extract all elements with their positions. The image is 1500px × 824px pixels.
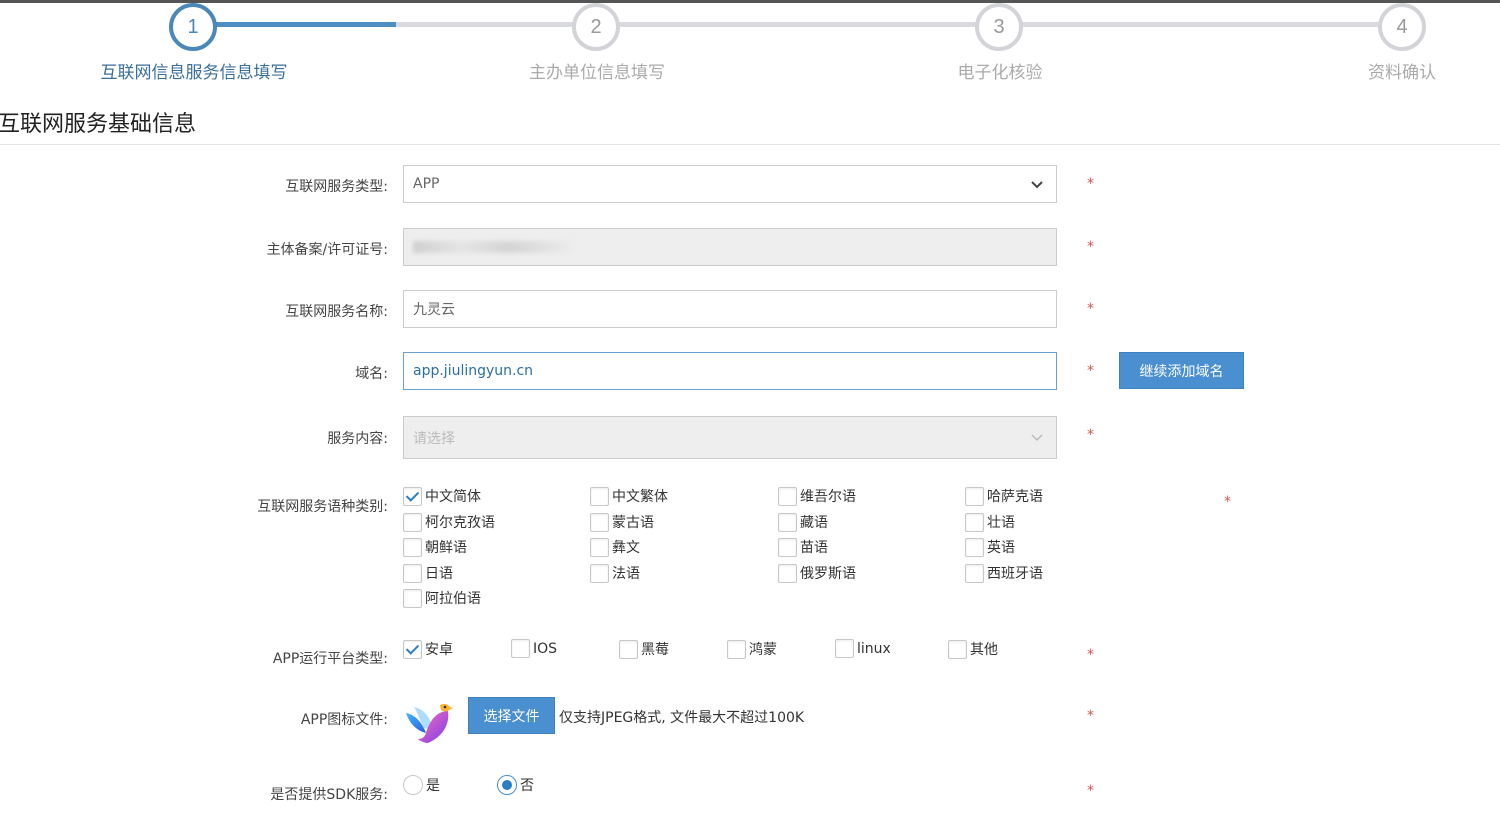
language-option[interactable]: 法语 <box>590 563 640 583</box>
required-mark: * <box>1087 647 1094 663</box>
platform-option[interactable]: IOS <box>511 639 557 658</box>
service-type-select[interactable]: APP <box>403 165 1057 203</box>
service-content-placeholder: 请选择 <box>413 430 455 447</box>
language-option[interactable]: 柯尔克孜语 <box>403 512 495 532</box>
language-option[interactable]: 西班牙语 <box>965 563 1043 583</box>
checkbox[interactable] <box>965 563 984 583</box>
checkbox[interactable] <box>403 563 422 583</box>
checkbox[interactable] <box>778 563 797 583</box>
checkbox[interactable] <box>965 486 984 506</box>
checkbox[interactable] <box>778 537 797 557</box>
step-1-label: 互联网信息服务信息填写 <box>100 63 288 83</box>
license-no-label: 主体备案/许可证号: <box>266 242 388 258</box>
section-divider <box>0 144 1500 145</box>
language-option[interactable]: 苗语 <box>778 537 828 557</box>
required-mark: * <box>1087 427 1094 443</box>
checkbox[interactable] <box>727 639 746 659</box>
checkbox[interactable] <box>403 639 422 659</box>
checkbox[interactable] <box>619 639 638 659</box>
domain-value: app.jiulingyun.cn <box>413 363 534 379</box>
redacted-value <box>413 241 573 253</box>
language-option[interactable]: 维吾尔语 <box>778 486 856 506</box>
checkbox[interactable] <box>511 639 530 658</box>
app-icon-label: APP图标文件: <box>300 712 388 728</box>
required-mark: * <box>1087 176 1094 192</box>
service-name-value: 九灵云 <box>413 302 455 318</box>
choose-file-button[interactable]: 选择文件 <box>468 697 555 734</box>
checkbox[interactable] <box>590 537 609 557</box>
stepper-track-1 <box>396 22 576 27</box>
required-mark: * <box>1087 239 1094 255</box>
service-type-value: APP <box>413 176 440 192</box>
language-option[interactable]: 朝鲜语 <box>403 537 467 557</box>
language-option[interactable]: 英语 <box>965 537 1015 557</box>
platform-option[interactable]: 鸿蒙 <box>727 639 777 659</box>
file-hint: 仅支持JPEG格式, 文件最大不超过100K <box>559 710 805 726</box>
step-3-label: 电子化核验 <box>957 63 1043 83</box>
step-4-circle: 4 <box>1378 3 1426 51</box>
license-no-field <box>403 228 1057 266</box>
language-option[interactable]: 俄罗斯语 <box>778 563 856 583</box>
service-content-select[interactable]: 请选择 <box>403 416 1057 459</box>
language-option[interactable]: 中文繁体 <box>590 486 668 506</box>
sdk-option-yes[interactable]: 是 <box>403 775 440 795</box>
checkbox[interactable] <box>835 639 854 658</box>
platform-option[interactable]: 其他 <box>948 639 998 659</box>
step-2-circle: 2 <box>572 3 620 51</box>
checkbox[interactable] <box>403 512 422 532</box>
languages-label: 互联网服务语种类别: <box>257 499 388 515</box>
required-mark: * <box>1087 301 1094 317</box>
stepper-track-done <box>216 22 396 27</box>
language-option[interactable]: 蒙古语 <box>590 512 654 532</box>
platform-option[interactable]: 安卓 <box>403 639 453 659</box>
required-mark: * <box>1087 363 1094 379</box>
top-border <box>0 0 1500 3</box>
sdk-option-no[interactable]: 否 <box>497 775 534 795</box>
add-domain-button[interactable]: 继续添加域名 <box>1119 352 1244 389</box>
language-option[interactable]: 彝文 <box>590 537 640 557</box>
checkbox[interactable] <box>965 537 984 557</box>
checkbox[interactable] <box>403 537 422 557</box>
checkbox[interactable] <box>948 639 967 659</box>
radio[interactable] <box>403 775 423 795</box>
language-option[interactable]: 藏语 <box>778 512 828 532</box>
service-type-label: 互联网服务类型: <box>285 179 388 195</box>
platform-option[interactable]: 黑莓 <box>619 639 669 659</box>
step-4-label: 资料确认 <box>1368 63 1436 83</box>
checkbox[interactable] <box>590 563 609 583</box>
checkbox[interactable] <box>965 512 984 532</box>
service-name-label: 互联网服务名称: <box>285 304 388 320</box>
stepper-track-3 <box>1022 22 1379 27</box>
domain-input[interactable]: app.jiulingyun.cn <box>403 352 1057 390</box>
step-1-circle: 1 <box>169 3 217 51</box>
chevron-down-icon <box>1031 434 1043 442</box>
checkbox[interactable] <box>403 486 422 506</box>
platforms-label: APP运行平台类型: <box>272 651 388 667</box>
service-content-label: 服务内容: <box>327 431 388 447</box>
checkbox[interactable] <box>778 486 797 506</box>
service-name-input[interactable]: 九灵云 <box>403 290 1057 328</box>
language-option[interactable]: 日语 <box>403 563 453 583</box>
checkbox[interactable] <box>590 512 609 532</box>
language-option[interactable]: 壮语 <box>965 512 1015 532</box>
checkbox[interactable] <box>590 486 609 506</box>
platform-option[interactable]: linux <box>835 639 891 658</box>
section-title: 互联网服务基础信息 <box>0 112 197 137</box>
required-mark: * <box>1087 783 1094 799</box>
language-option[interactable]: 哈萨克语 <box>965 486 1043 506</box>
chevron-down-icon <box>1031 181 1043 189</box>
checkbox[interactable] <box>778 512 797 532</box>
stepper-track-2 <box>619 22 976 27</box>
app-logo-bird-icon <box>406 703 453 743</box>
step-3-circle: 3 <box>975 3 1023 51</box>
required-mark: * <box>1087 708 1094 724</box>
step-2-label: 主办单位信息填写 <box>529 63 665 83</box>
required-mark: * <box>1224 494 1231 510</box>
language-option[interactable]: 阿拉伯语 <box>403 588 481 608</box>
language-option[interactable]: 中文简体 <box>403 486 481 506</box>
sdk-label: 是否提供SDK服务: <box>270 787 388 803</box>
checkbox[interactable] <box>403 588 422 608</box>
domain-label: 域名: <box>355 366 388 382</box>
radio[interactable] <box>497 775 517 795</box>
